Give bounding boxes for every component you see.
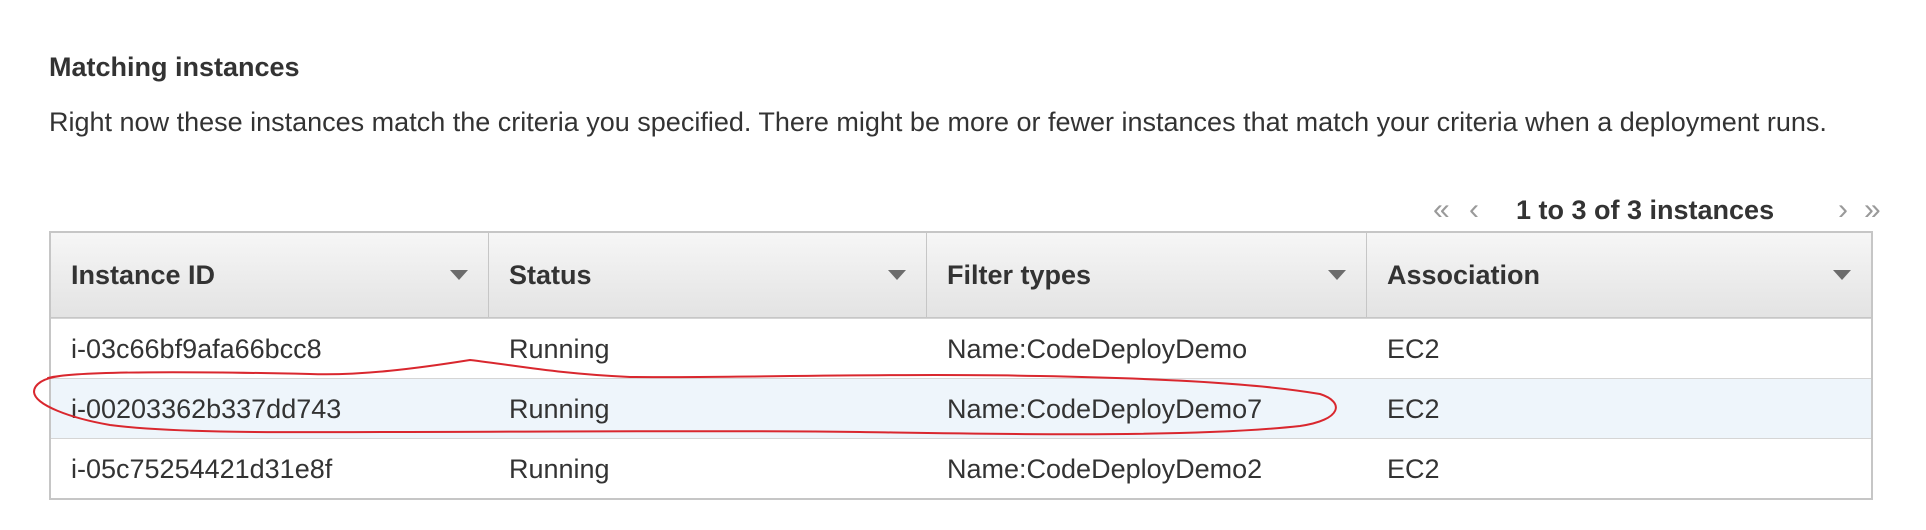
column-header-label: Instance ID (71, 260, 216, 290)
instance-id-cell: i-00203362b337dd743 (71, 394, 342, 424)
instances-table: Instance ID Status Filter types Associat… (49, 231, 1873, 500)
instance-id-cell: i-05c75254421d31e8f (71, 454, 333, 484)
column-header-status[interactable]: Status (489, 233, 927, 317)
sort-caret-icon[interactable] (888, 270, 906, 280)
column-header-filter-types[interactable]: Filter types (927, 233, 1367, 317)
table-row[interactable]: i-03c66bf9afa66bcc8 Running Name:CodeDep… (51, 318, 1871, 378)
sort-caret-icon[interactable] (450, 270, 468, 280)
sort-caret-icon[interactable] (1328, 270, 1346, 280)
table-header: Instance ID Status Filter types Associat… (51, 233, 1871, 318)
filter-type-cell: Name:CodeDeployDemo2 (947, 454, 1263, 484)
status-cell: Running (509, 394, 610, 424)
column-header-label: Status (509, 260, 592, 290)
status-cell: Running (509, 334, 610, 364)
filter-type-cell: Name:CodeDeployDemo7 (947, 394, 1263, 424)
column-header-label: Association (1387, 260, 1541, 290)
last-page-icon[interactable]: » (1864, 190, 1881, 230)
filter-type-cell: Name:CodeDeployDemo (947, 334, 1248, 364)
sort-caret-icon[interactable] (1833, 270, 1851, 280)
status-cell: Running (509, 454, 610, 484)
table-row-highlighted[interactable]: i-00203362b337dd743 Running Name:CodeDep… (51, 378, 1871, 438)
pagination-summary: 1 to 3 of 3 instances (1516, 195, 1775, 225)
column-header-instance-id[interactable]: Instance ID (51, 233, 489, 317)
association-cell: EC2 (1387, 394, 1440, 424)
first-page-icon[interactable]: « (1433, 190, 1450, 230)
table-row[interactable]: i-05c75254421d31e8f Running Name:CodeDep… (51, 438, 1871, 498)
section-title: Matching instances (49, 52, 300, 82)
association-cell: EC2 (1387, 334, 1440, 364)
instance-id-cell: i-03c66bf9afa66bcc8 (71, 334, 322, 364)
section-description: Right now these instances match the crit… (49, 107, 1827, 137)
column-header-association[interactable]: Association (1367, 233, 1871, 317)
next-page-icon[interactable]: › (1838, 190, 1848, 230)
previous-page-icon[interactable]: ‹ (1469, 190, 1479, 230)
column-header-label: Filter types (947, 260, 1092, 290)
pagination: « ‹ 1 to 3 of 3 instances › » (1399, 190, 1889, 230)
association-cell: EC2 (1387, 454, 1440, 484)
